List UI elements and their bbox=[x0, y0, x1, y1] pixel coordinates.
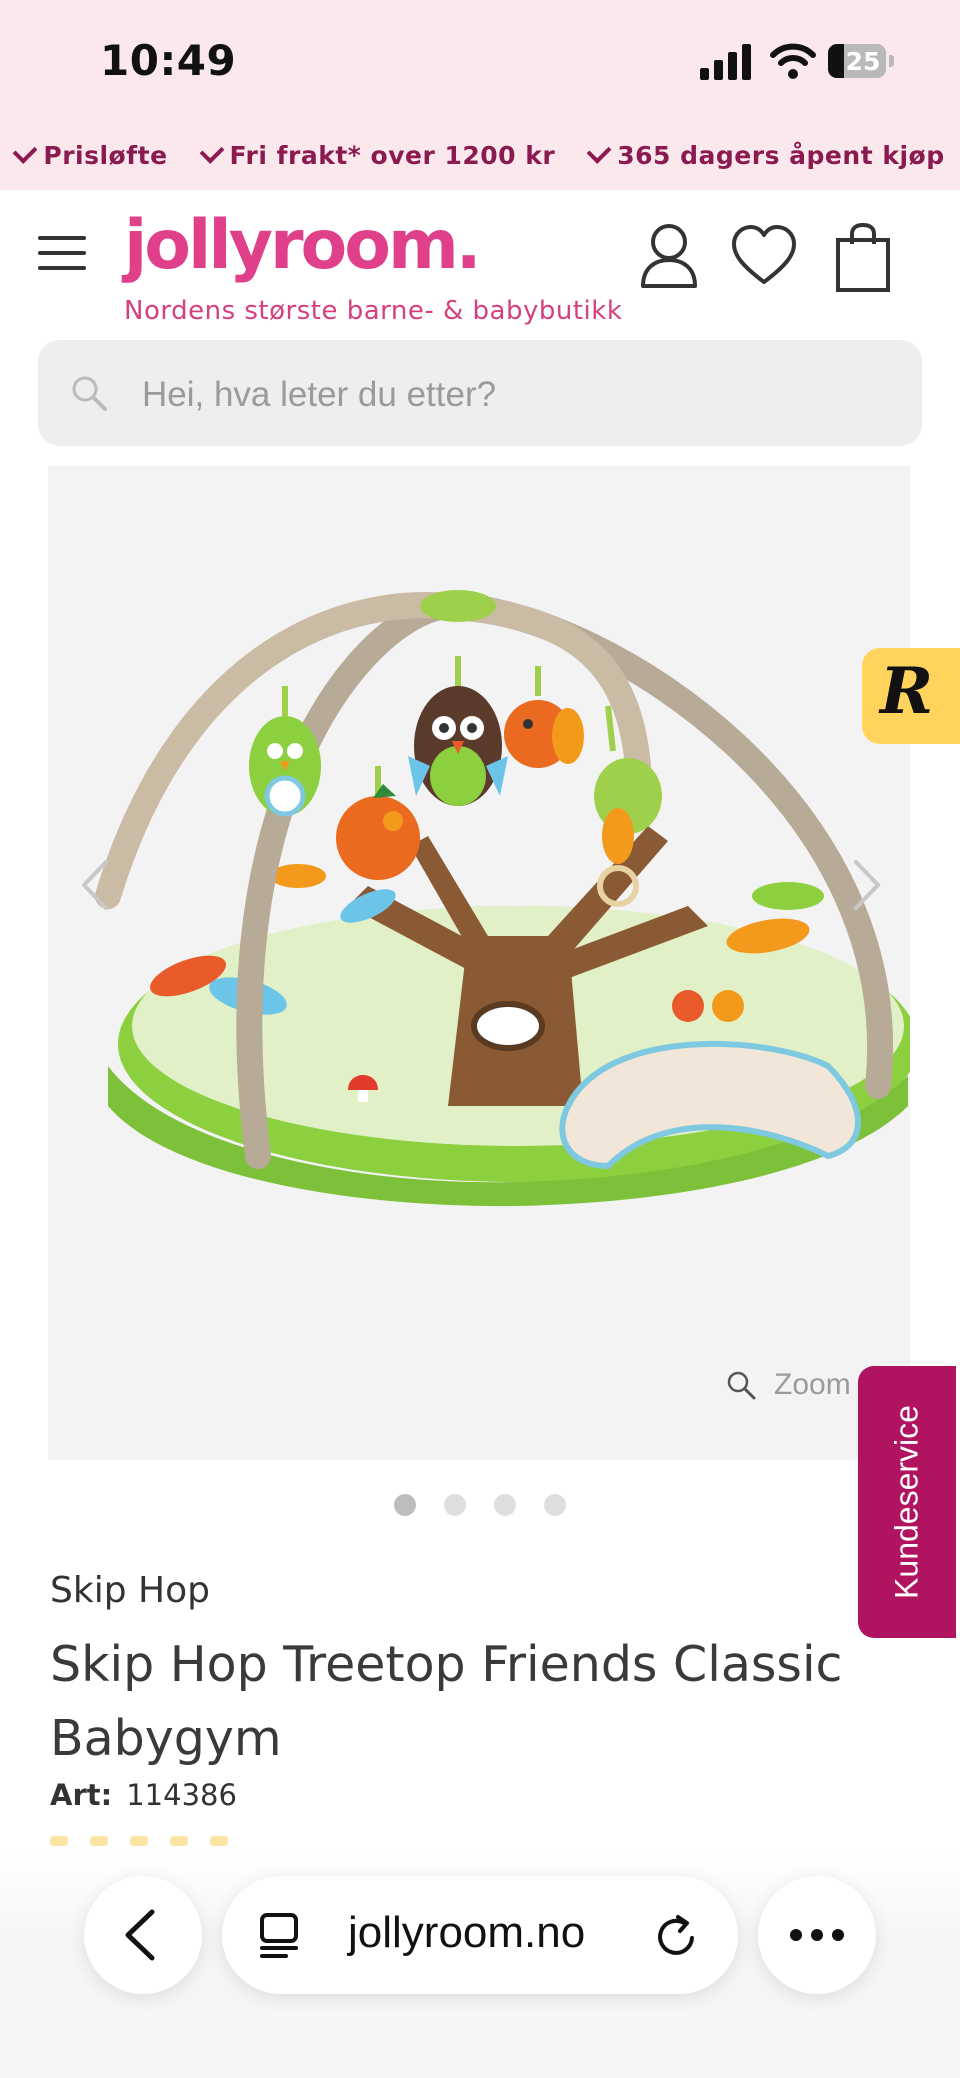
customer-service-label: Kundeservice bbox=[888, 1405, 925, 1599]
usp-free-shipping[interactable]: Fri frakt* over 1200 kr bbox=[199, 132, 556, 178]
article-number: Art: 114386 bbox=[50, 1778, 237, 1812]
search-icon bbox=[72, 376, 107, 411]
zoom-label: Zoom bbox=[774, 1368, 851, 1401]
wishlist-heart-icon[interactable] bbox=[730, 222, 798, 290]
reviews-badge-letter: R bbox=[880, 654, 934, 729]
browser-back-button[interactable] bbox=[84, 1876, 202, 1994]
battery-level: 25 bbox=[845, 47, 881, 76]
gallery-dot-1[interactable] bbox=[394, 1494, 416, 1516]
check-icon bbox=[586, 138, 612, 164]
magnifier-icon bbox=[727, 1371, 756, 1400]
search-input[interactable] bbox=[140, 362, 844, 428]
product-brand[interactable]: Skip Hop bbox=[50, 1570, 210, 1611]
more-dots-icon bbox=[790, 1929, 844, 1941]
back-chevron-icon bbox=[125, 1909, 155, 1961]
gallery-dot-4[interactable] bbox=[544, 1494, 566, 1516]
rating-strip-partially-hidden bbox=[50, 1836, 910, 1850]
usp-open-purchase[interactable]: 365 dagers åpent kjøp bbox=[586, 132, 944, 178]
hamburger-menu-icon[interactable] bbox=[38, 236, 88, 272]
browser-address-bar[interactable]: jollyroom.no bbox=[222, 1876, 738, 1994]
check-icon bbox=[13, 138, 38, 164]
product-title: Skip Hop Treetop Friends Classic Babygym bbox=[50, 1636, 843, 1767]
gallery-prev-chevron-icon[interactable] bbox=[70, 850, 120, 920]
gallery-pagination bbox=[0, 1494, 960, 1516]
customer-service-tab[interactable]: Kundeservice bbox=[858, 1366, 956, 1638]
wifi-icon bbox=[770, 43, 816, 79]
tab-overview-icon bbox=[260, 1913, 298, 1958]
jollyroom-logo[interactable]: jollyroom. bbox=[124, 206, 482, 285]
tagline: Nordens største barne- & babybutikk bbox=[124, 296, 623, 326]
status-time: 10:49 bbox=[100, 36, 237, 85]
gallery-dot-2[interactable] bbox=[444, 1494, 466, 1516]
battery-icon: 25 bbox=[828, 44, 894, 78]
check-icon bbox=[199, 138, 224, 164]
usp-price-promise[interactable]: Prisløfte bbox=[13, 132, 167, 178]
browser-url: jollyroom.no bbox=[348, 1908, 586, 1957]
article-number-value: 114386 bbox=[126, 1778, 237, 1812]
reviews-badge[interactable]: R bbox=[862, 648, 960, 744]
product-image-gallery[interactable] bbox=[48, 466, 918, 1460]
gallery-dot-3[interactable] bbox=[494, 1494, 516, 1516]
shopping-bag-icon[interactable] bbox=[834, 222, 892, 294]
gallery-next-chevron-icon[interactable] bbox=[842, 850, 892, 920]
zoom-button[interactable]: Zoom bbox=[726, 1368, 851, 1402]
cellular-signal-icon bbox=[700, 44, 751, 80]
reload-icon[interactable] bbox=[654, 1914, 700, 1960]
article-number-label: Art: bbox=[50, 1778, 113, 1812]
browser-more-button[interactable] bbox=[758, 1876, 876, 1994]
usp-bar: Prisløfte Fri frakt* over 1200 kr 365 da… bbox=[0, 132, 960, 178]
account-icon[interactable] bbox=[638, 222, 700, 290]
product-image-babygym bbox=[95, 590, 918, 1207]
